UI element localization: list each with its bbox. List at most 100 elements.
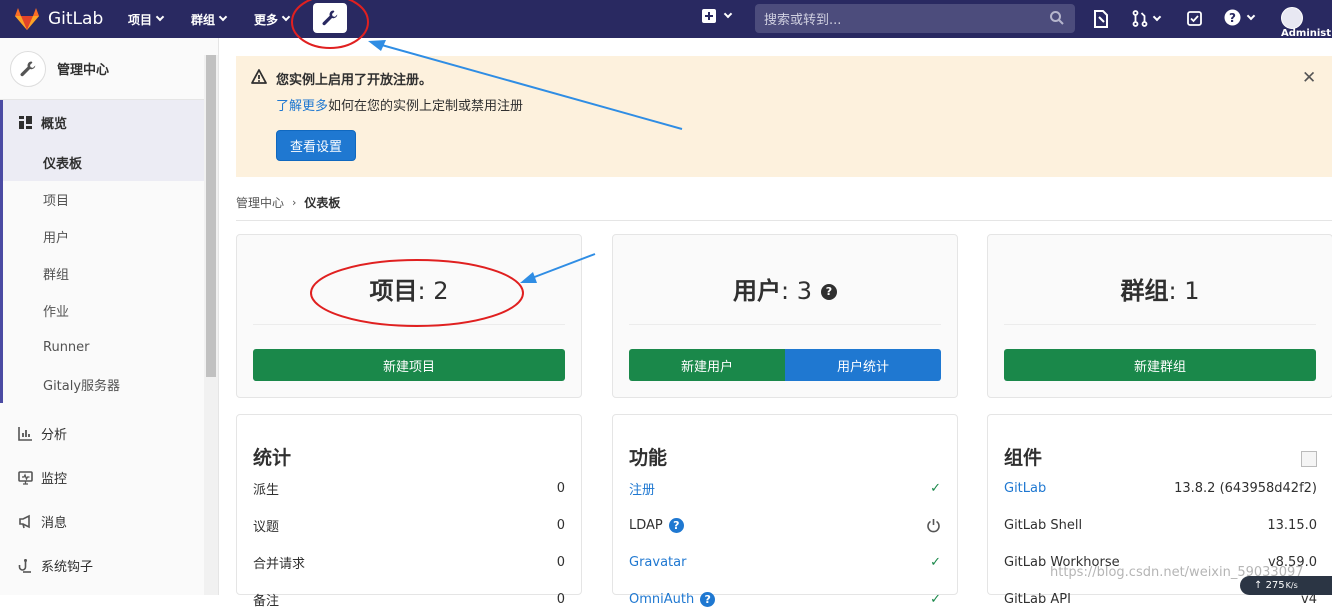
- new-dropdown[interactable]: [702, 9, 733, 23]
- help-icon: ?: [1224, 9, 1241, 26]
- stat-row: 备注 0: [253, 589, 565, 609]
- groups-count-title: 群组: 1: [1120, 277, 1200, 305]
- sidebar-item-jobs[interactable]: 作业: [0, 292, 218, 329]
- learn-more-link[interactable]: 了解更多: [276, 99, 328, 114]
- close-icon[interactable]: ✕: [1302, 68, 1316, 88]
- power-icon: [927, 518, 940, 532]
- tanuki-icon: [15, 8, 39, 30]
- sidebar-item-analytics[interactable]: 分析: [0, 411, 218, 455]
- nav-projects-label: 项目: [128, 12, 153, 27]
- username-label: Administ: [1281, 28, 1332, 39]
- net-speed-unit: K/s: [1285, 581, 1298, 590]
- stat-label: 议题: [253, 519, 280, 535]
- breadcrumb-dashboard[interactable]: 仪表板: [304, 194, 340, 211]
- network-speed-badge: ↑ 275 K/s: [1240, 576, 1332, 595]
- sidebar-item-users[interactable]: 用户: [0, 218, 218, 255]
- projects-count-title: 项目: 2: [369, 277, 449, 305]
- feature-row: Gravatar ✓: [629, 552, 941, 572]
- avatar[interactable]: [1281, 7, 1303, 29]
- chevron-down-icon: [1152, 12, 1162, 21]
- admin-area-button[interactable]: [313, 3, 347, 33]
- component-link[interactable]: GitLab: [1004, 481, 1046, 496]
- help-icon[interactable]: ?: [668, 517, 684, 533]
- plus-square-icon: [702, 9, 716, 23]
- help-icon[interactable]: ?: [821, 284, 837, 300]
- sidebar-item-monitoring[interactable]: 监控: [0, 455, 218, 499]
- alert-description-text: 如何在您的实例上定制或禁用注册: [328, 99, 524, 114]
- top-navbar: GitLab 项目 群组 更多 搜索或转到... ? Administ: [0, 0, 1332, 39]
- chevron-down-icon: [281, 12, 291, 22]
- messages-icon: [18, 513, 34, 529]
- nav-projects[interactable]: 项目: [128, 11, 165, 28]
- stat-label: 合并请求: [253, 556, 306, 572]
- component-row: GitLab 13.8.2 (643958d42f2): [1004, 478, 1317, 498]
- groups-count: 1: [1184, 277, 1200, 305]
- chevron-down-icon: [155, 12, 165, 22]
- component-version: 13.15.0: [1267, 517, 1317, 533]
- breadcrumb-admin-area[interactable]: 管理中心: [236, 194, 284, 211]
- sidebar-item-gitaly-servers[interactable]: Gitaly服务器: [0, 366, 218, 403]
- sidebar-item-dashboard[interactable]: 仪表板: [0, 144, 218, 181]
- sidebar-header[interactable]: 管理中心: [0, 38, 218, 100]
- sidebar-scrollbar[interactable]: [204, 55, 218, 595]
- svg-text:?: ?: [1229, 11, 1236, 25]
- help-dropdown[interactable]: ?: [1224, 9, 1256, 26]
- new-project-button[interactable]: 新建项目: [253, 349, 565, 381]
- arrowhead: [368, 40, 386, 51]
- warning-icon: [251, 69, 267, 84]
- feature-link[interactable]: OmniAuth: [629, 592, 694, 607]
- monitor-icon: [18, 469, 34, 485]
- component-label: GitLab Shell: [1004, 517, 1083, 533]
- user-statistics-button[interactable]: 用户统计: [785, 349, 941, 381]
- components-title: 组件: [1004, 447, 1043, 469]
- sidebar-item-groups[interactable]: 群组: [0, 255, 218, 292]
- sidebar-item-overview[interactable]: 概览: [0, 100, 218, 144]
- nav-more[interactable]: 更多: [254, 11, 291, 28]
- sidebar-item-runners[interactable]: Runner: [0, 329, 218, 366]
- help-icon[interactable]: ?: [700, 591, 716, 607]
- stat-row: 合并请求 0: [253, 552, 565, 572]
- breadcrumb: 管理中心 › 仪表板: [236, 194, 340, 211]
- check-icon: ✓: [930, 591, 941, 607]
- card-divider: [629, 324, 941, 325]
- stat-value: 0: [556, 591, 565, 607]
- sidebar-item-overview-label: 概览: [41, 116, 68, 132]
- search-icon: [1050, 11, 1064, 25]
- analytics-icon: [18, 425, 34, 441]
- feature-link[interactable]: Gravatar: [629, 555, 686, 570]
- search-input[interactable]: 搜索或转到...: [755, 4, 1075, 33]
- feature-link[interactable]: 注册: [629, 479, 655, 498]
- todos-check-icon[interactable]: [1187, 11, 1202, 26]
- feature-label: LDAP: [629, 517, 663, 533]
- nav-groups[interactable]: 群组: [191, 11, 228, 28]
- feature-row: LDAP?: [629, 515, 941, 535]
- hook-icon: [18, 557, 34, 573]
- sidebar-item-system-hooks[interactable]: 系统钩子: [0, 543, 218, 587]
- projects-card: 项目: 2 新建项目: [236, 234, 582, 398]
- sidebar-item-messages[interactable]: 消息: [0, 499, 218, 543]
- new-group-button[interactable]: 新建群组: [1004, 349, 1316, 381]
- gitlab-logo[interactable]: GitLab: [14, 7, 114, 31]
- sidebar-item-projects[interactable]: 项目: [0, 181, 218, 218]
- new-user-button[interactable]: 新建用户: [629, 349, 785, 381]
- check-icon: ✓: [930, 554, 941, 570]
- stat-label: 备注: [253, 593, 280, 609]
- wrench-icon: [20, 61, 36, 76]
- todo-issues-icon[interactable]: [1093, 10, 1109, 28]
- wrench-icon: [322, 10, 338, 26]
- chevron-down-icon: [1246, 11, 1256, 20]
- groups-label: 群组: [1120, 277, 1169, 305]
- view-settings-button[interactable]: 查看设置: [276, 130, 356, 161]
- sidebar-item-system-hooks-label: 系统钩子: [41, 559, 94, 575]
- scrollbar-thumb[interactable]: [206, 55, 216, 377]
- groups-card: 群组: 1 新建群组: [987, 234, 1332, 398]
- merge-requests-dropdown[interactable]: [1132, 10, 1162, 27]
- chevron-down-icon: [723, 9, 733, 19]
- nav-more-label: 更多: [254, 12, 279, 27]
- chevron-down-icon: [218, 12, 228, 22]
- sidebar-item-messages-label: 消息: [41, 515, 68, 531]
- stat-row: 议题 0: [253, 515, 565, 535]
- main-nav: 项目 群组 更多: [114, 11, 291, 28]
- features-panel: 功能 注册 ✓ LDAP? Gravatar ✓ OmniAuth? ✓: [612, 414, 958, 607]
